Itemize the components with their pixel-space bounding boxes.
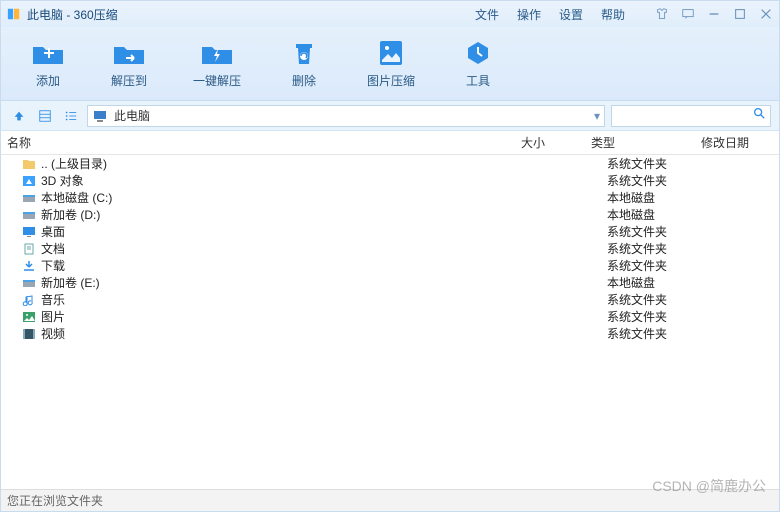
item-name: 3D 对象: [41, 172, 537, 189]
music-icon: [21, 293, 37, 307]
item-type: 本地磁盘: [607, 189, 717, 206]
item-type: 系统文件夹: [607, 240, 717, 257]
pc-icon: [92, 108, 108, 124]
view-list-button[interactable]: [61, 106, 81, 126]
add-label: 添加: [36, 72, 60, 89]
item-type: 系统文件夹: [607, 155, 717, 172]
item-name: 音乐: [41, 291, 537, 308]
extract-to-label: 解压到: [111, 72, 147, 89]
tools-label: 工具: [466, 72, 490, 89]
path-input[interactable]: 此电脑 ▾: [87, 105, 605, 127]
image-compress-icon: [377, 38, 405, 68]
list-item[interactable]: 桌面 系统文件夹: [1, 223, 779, 240]
list-item[interactable]: 音乐 系统文件夹: [1, 291, 779, 308]
item-type: 系统文件夹: [607, 325, 717, 342]
menu-file[interactable]: 文件: [475, 6, 499, 23]
image-compress-button[interactable]: 图片压缩: [367, 38, 415, 89]
titlebar: 此电脑 - 360压缩 文件 操作 设置 帮助: [1, 1, 779, 27]
item-name: 图片: [41, 308, 537, 325]
doc-icon: [21, 242, 37, 256]
delete-label: 删除: [292, 72, 316, 89]
trash-icon: [289, 38, 319, 68]
one-key-label: 一键解压: [193, 72, 241, 89]
item-name: 新加卷 (E:): [41, 274, 537, 291]
add-button[interactable]: 添加: [31, 38, 65, 89]
item-type: 本地磁盘: [607, 274, 717, 291]
list-item[interactable]: 新加卷 (E:) 本地磁盘: [1, 274, 779, 291]
list-item[interactable]: 视频 系统文件夹: [1, 325, 779, 342]
menu-settings[interactable]: 设置: [559, 6, 583, 23]
window-controls: [655, 7, 773, 21]
up-button[interactable]: [9, 106, 29, 126]
item-name: 下载: [41, 257, 537, 274]
item-name: 视频: [41, 325, 537, 342]
list-item[interactable]: 文档 系统文件夹: [1, 240, 779, 257]
menu-help[interactable]: 帮助: [601, 6, 625, 23]
picture-icon: [21, 310, 37, 324]
path-text: 此电脑: [114, 107, 150, 124]
folder-icon: [21, 157, 37, 171]
list-item[interactable]: 本地磁盘 (C:) 本地磁盘: [1, 189, 779, 206]
menu-action[interactable]: 操作: [517, 6, 541, 23]
col-type[interactable]: 类型: [591, 134, 701, 151]
file-list: .. (上级目录)系统文件夹3D 对象系统文件夹本地磁盘 (C:)本地磁盘新加卷…: [1, 155, 779, 489]
disk-icon: [21, 276, 37, 290]
status-text: 您正在浏览文件夹: [7, 492, 103, 509]
view-details-button[interactable]: [35, 106, 55, 126]
item-name: .. (上级目录): [41, 155, 537, 172]
item-type: 系统文件夹: [607, 291, 717, 308]
list-item[interactable]: 3D 对象 系统文件夹: [1, 172, 779, 189]
col-size[interactable]: 大小: [521, 134, 591, 151]
maximize-icon[interactable]: [733, 7, 747, 21]
item-type: 系统文件夹: [607, 223, 717, 240]
col-date[interactable]: 修改日期: [701, 134, 779, 151]
col-name[interactable]: 名称: [1, 134, 521, 151]
folder-plus-icon: [31, 39, 65, 67]
video-icon: [21, 327, 37, 341]
app-icon: [7, 7, 21, 21]
list-item[interactable]: 图片 系统文件夹: [1, 308, 779, 325]
tool-hex-icon: [464, 39, 492, 67]
folder-lightning-icon: [200, 39, 234, 67]
list-item[interactable]: .. (上级目录) 系统文件夹: [1, 155, 779, 172]
watermark: CSDN @简鹿办公: [652, 476, 766, 496]
window-title: 此电脑 - 360压缩: [27, 6, 118, 23]
item-name: 文档: [41, 240, 537, 257]
navbar: 此电脑 ▾: [1, 101, 779, 131]
one-key-button[interactable]: 一键解压: [193, 38, 241, 89]
item-name: 本地磁盘 (C:): [41, 189, 537, 206]
disk-icon: [21, 191, 37, 205]
app-window: 此电脑 - 360压缩 文件 操作 设置 帮助 添加 解压到 一键解压: [0, 0, 780, 512]
delete-button[interactable]: 删除: [287, 38, 321, 89]
menubar: 文件 操作 设置 帮助: [475, 6, 625, 23]
feedback-icon[interactable]: [681, 7, 695, 21]
item-type: 本地磁盘: [607, 206, 717, 223]
search-icon: [752, 106, 766, 125]
close-icon[interactable]: [759, 7, 773, 21]
desktop-icon: [21, 225, 37, 239]
item-type: 系统文件夹: [607, 308, 717, 325]
disk-icon: [21, 208, 37, 222]
extract-to-button[interactable]: 解压到: [111, 38, 147, 89]
obj3d-icon: [21, 174, 37, 188]
minimize-icon[interactable]: [707, 7, 721, 21]
chevron-down-icon[interactable]: ▾: [594, 109, 600, 123]
list-item[interactable]: 新加卷 (D:) 本地磁盘: [1, 206, 779, 223]
tools-button[interactable]: 工具: [461, 38, 495, 89]
item-name: 新加卷 (D:): [41, 206, 537, 223]
image-compress-label: 图片压缩: [367, 72, 415, 89]
item-type: 系统文件夹: [607, 172, 717, 189]
download-icon: [21, 259, 37, 273]
list-item[interactable]: 下载 系统文件夹: [1, 257, 779, 274]
column-header: 名称 大小 类型 修改日期: [1, 131, 779, 155]
toolbar: 添加 解压到 一键解压 删除 图片压缩 工具: [1, 27, 779, 101]
skin-icon[interactable]: [655, 7, 669, 21]
folder-arrow-icon: [112, 39, 146, 67]
item-name: 桌面: [41, 223, 537, 240]
item-type: 系统文件夹: [607, 257, 717, 274]
search-input[interactable]: [611, 105, 771, 127]
